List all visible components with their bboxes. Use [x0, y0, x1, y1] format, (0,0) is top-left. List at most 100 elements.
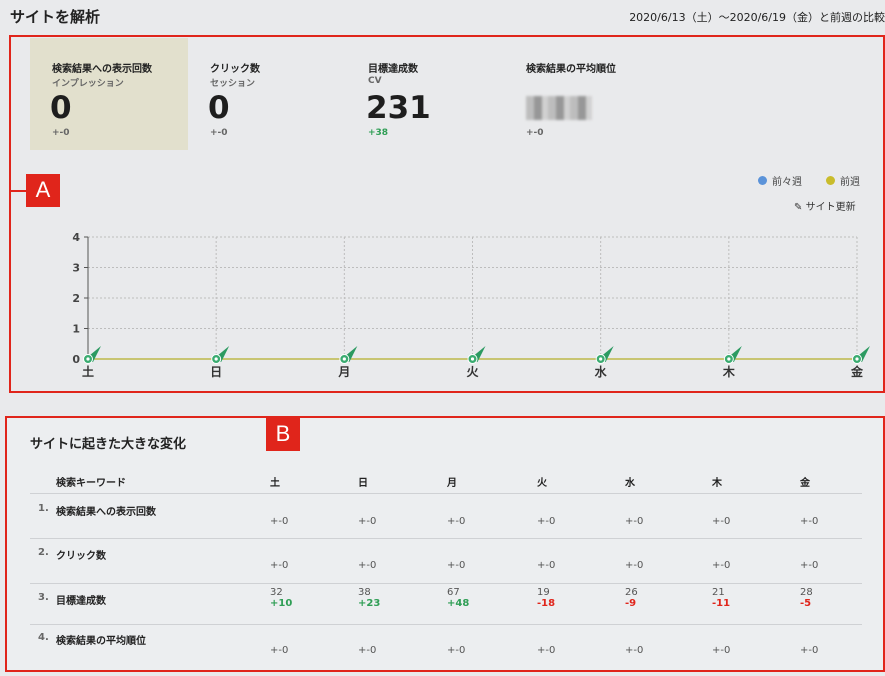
- cell-delta: -11: [712, 598, 731, 609]
- cell-delta: +-0: [270, 560, 289, 571]
- site-update-label: サイト更新: [805, 202, 856, 213]
- kpi-title: 目標達成数: [368, 64, 418, 75]
- kpi-value: 0: [208, 90, 230, 126]
- x-tick-label: 月: [337, 365, 350, 379]
- y-tick-label: 4: [72, 231, 80, 244]
- kpi-title: 検索結果の平均順位: [526, 64, 616, 75]
- y-tick-label: 2: [72, 292, 80, 305]
- cell-delta: +-0: [625, 645, 644, 656]
- kpi-title: クリック数: [210, 64, 260, 75]
- row-number: 3.: [38, 592, 49, 603]
- row-label: クリック数: [56, 551, 106, 562]
- column-header-wed: 水: [625, 478, 635, 489]
- data-point-center: [599, 357, 603, 361]
- annotation-label-b: B: [266, 418, 300, 451]
- cell-delta: +-0: [712, 645, 731, 656]
- x-tick-label: 木: [722, 364, 736, 379]
- cell-delta: +-0: [712, 516, 731, 527]
- data-point-center: [342, 357, 346, 361]
- cell-value: 32: [270, 587, 283, 598]
- legend-label: 前週: [840, 177, 860, 188]
- column-header-tue: 火: [537, 478, 547, 489]
- y-tick-label: 3: [72, 262, 80, 275]
- kpi-delta: +-0: [210, 128, 228, 138]
- kpi-delta: +38: [368, 128, 389, 138]
- x-tick-label: 火: [466, 365, 479, 379]
- kpi-card-avg-position[interactable]: 検索結果の平均順位 +-0: [504, 38, 662, 150]
- cell-delta: +-0: [358, 516, 377, 527]
- cell-delta: +-0: [537, 645, 556, 656]
- kpi-delta: +-0: [52, 128, 70, 138]
- row-divider: [30, 493, 862, 494]
- cell-delta: +-0: [800, 560, 819, 571]
- legend-label: 前々週: [772, 177, 802, 188]
- x-tick-label: 日: [210, 365, 222, 379]
- cell-value: 26: [625, 587, 638, 598]
- legend-item-prev-prev-week[interactable]: 前々週: [758, 173, 802, 188]
- cell-delta: +23: [358, 598, 381, 609]
- cell-delta: +-0: [537, 516, 556, 527]
- kpi-card-impressions[interactable]: 検索結果への表示回数 インプレッション 0 +-0: [30, 38, 188, 150]
- cell-delta: +48: [447, 598, 470, 609]
- cell-delta: -9: [625, 598, 637, 609]
- row-divider: [30, 583, 862, 584]
- cell-delta: -18: [537, 598, 556, 609]
- x-tick-label: 金: [850, 364, 864, 379]
- row-divider: [30, 624, 862, 625]
- column-header-sat: 土: [270, 478, 280, 489]
- kpi-value: 0: [50, 90, 72, 126]
- row-label: 検索結果への表示回数: [56, 507, 156, 518]
- annotation-a-connector: [11, 190, 26, 192]
- annotation-label-a: A: [26, 174, 60, 207]
- data-point-center: [855, 357, 859, 361]
- trend-chart: 0 1 2 3 4 土 日 月 火 水 木 金: [72, 231, 870, 379]
- cell-value: 38: [358, 587, 371, 598]
- pencil-icon: ✎: [794, 202, 803, 213]
- cell-delta: -5: [800, 598, 812, 609]
- row-number: 2.: [38, 547, 49, 558]
- cell-delta: +-0: [625, 560, 644, 571]
- data-point-center: [470, 357, 475, 361]
- row-number: 1.: [38, 503, 49, 514]
- cell-delta: +-0: [625, 516, 644, 527]
- kpi-card-clicks[interactable]: クリック数 セッション 0 +-0: [188, 38, 346, 150]
- row-label: 目標達成数: [56, 596, 106, 607]
- x-tick-label: 水: [595, 364, 608, 379]
- cell-delta: +-0: [270, 516, 289, 527]
- cell-delta: +-0: [447, 645, 466, 656]
- site-update-button[interactable]: ✎ サイト更新: [794, 198, 856, 213]
- column-header-sun: 日: [358, 478, 368, 489]
- blurred-value: [526, 96, 592, 120]
- page-header: サイトを解析 2020/6/13（土）〜2020/6/19（金）と前週の比較: [0, 0, 885, 34]
- cell-value: 21: [712, 587, 725, 598]
- kpi-card-conversions[interactable]: 目標達成数 CV 231 +38: [346, 38, 504, 150]
- data-point-center: [214, 357, 218, 361]
- row-number: 4.: [38, 632, 49, 643]
- cell-delta: +-0: [537, 560, 556, 571]
- cell-delta: +-0: [358, 560, 377, 571]
- kpi-subtitle: セッション: [210, 79, 256, 89]
- cell-value: 19: [537, 587, 550, 598]
- cell-delta: +10: [270, 598, 293, 609]
- cell-delta: +-0: [447, 516, 466, 527]
- row-label: 検索結果の平均順位: [56, 636, 146, 647]
- page-title: サイトを解析: [10, 8, 101, 26]
- cell-value: 28: [800, 587, 813, 598]
- kpi-value: 231: [366, 90, 431, 126]
- kpi-title: 検索結果への表示回数: [52, 64, 152, 75]
- legend-item-prev-week[interactable]: 前週: [826, 173, 860, 188]
- row-divider: [30, 538, 862, 539]
- cell-delta: +-0: [712, 560, 731, 571]
- legend-dot: [826, 176, 835, 185]
- cell-delta: +-0: [800, 516, 819, 527]
- data-point-center: [86, 357, 90, 361]
- cell-delta: +-0: [270, 645, 289, 656]
- data-point-center: [727, 357, 731, 361]
- kpi-delta: +-0: [526, 128, 544, 138]
- cell-delta: +-0: [447, 560, 466, 571]
- cell-delta: +-0: [358, 645, 377, 656]
- cell-value: 67: [447, 587, 460, 598]
- changes-section-title: サイトに起きた大きな変化: [30, 437, 187, 452]
- date-range: 2020/6/13（土）〜2020/6/19（金）と前週の比較: [629, 11, 885, 24]
- column-header-mon: 月: [447, 478, 457, 489]
